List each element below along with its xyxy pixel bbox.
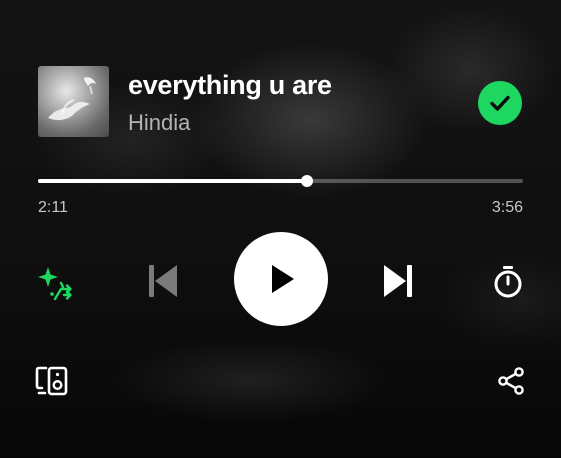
smart-shuffle-icon xyxy=(38,267,72,301)
checkmark-icon xyxy=(490,95,510,111)
track-title[interactable]: everything u are xyxy=(128,70,332,101)
skip-previous-icon xyxy=(149,265,177,297)
album-art[interactable] xyxy=(38,66,109,137)
connect-device-button[interactable] xyxy=(33,363,73,399)
artist-name[interactable]: Hindia xyxy=(128,110,190,136)
smart-shuffle-button[interactable] xyxy=(34,261,78,305)
share-icon xyxy=(498,367,524,395)
previous-button[interactable] xyxy=(141,259,185,303)
progress-bar[interactable] xyxy=(38,175,523,187)
share-button[interactable] xyxy=(494,364,528,398)
sleep-timer-button[interactable] xyxy=(486,260,530,304)
total-time: 3:56 xyxy=(491,199,523,216)
elapsed-time: 2:11 xyxy=(38,199,68,216)
skip-next-icon xyxy=(384,265,412,297)
sleep-timer-icon xyxy=(494,266,522,298)
progress-fill xyxy=(38,179,308,183)
play-icon xyxy=(272,265,294,293)
connect-device-icon xyxy=(35,366,68,396)
play-button[interactable] xyxy=(234,232,328,326)
next-button[interactable] xyxy=(376,259,420,303)
saved-to-library-button[interactable] xyxy=(478,81,522,125)
